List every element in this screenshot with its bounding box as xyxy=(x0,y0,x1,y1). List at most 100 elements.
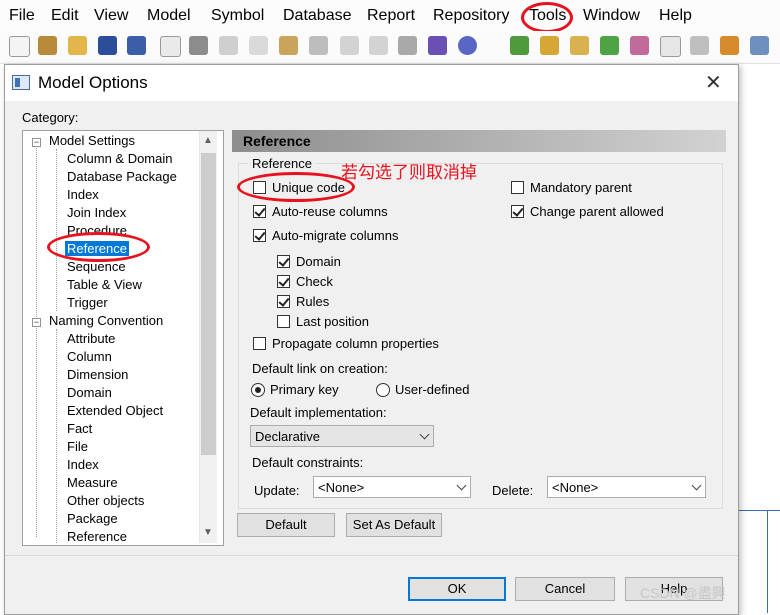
tree-item-trigger[interactable]: Trigger xyxy=(65,294,110,312)
annotation-circle-unique-code xyxy=(237,172,355,202)
chevron-down-icon xyxy=(419,429,430,440)
tree-item-file[interactable]: File xyxy=(65,438,90,456)
compare-icon[interactable] xyxy=(690,36,709,55)
scroll-down-icon[interactable]: ▼ xyxy=(203,527,213,538)
check-model-icon[interactable] xyxy=(428,36,447,55)
diagram-line xyxy=(767,510,768,613)
undo-icon[interactable] xyxy=(340,36,359,55)
menu-database[interactable]: Database xyxy=(283,7,352,25)
checkbox-box[interactable] xyxy=(277,315,290,328)
tree-item-dimension[interactable]: Dimension xyxy=(65,366,130,384)
open-folder-icon[interactable] xyxy=(68,36,87,55)
tree-item-attribute[interactable]: Attribute xyxy=(65,330,117,348)
tree-item-database-package[interactable]: Database Package xyxy=(65,168,179,186)
refresh-icon[interactable] xyxy=(600,36,619,55)
tree-item-naming-convention[interactable]: Naming Convention xyxy=(47,312,165,330)
check-icon[interactable] xyxy=(630,36,649,55)
collapse-icon[interactable]: − xyxy=(32,318,41,327)
tree-guide xyxy=(56,149,57,311)
new-model-icon[interactable] xyxy=(9,36,30,57)
watermark: CSDN @盡興 xyxy=(640,585,726,601)
tree-item-other-objects[interactable]: Other objects xyxy=(65,492,146,510)
set-as-default-button[interactable]: Set As Default xyxy=(346,513,442,537)
menu-repository[interactable]: Repository xyxy=(433,7,509,25)
menu-edit[interactable]: Edit xyxy=(51,7,79,25)
extensions-icon[interactable] xyxy=(458,36,477,55)
checkbox-box[interactable] xyxy=(253,205,266,218)
menu-view[interactable]: View xyxy=(94,7,128,25)
tree-item-domain[interactable]: Domain xyxy=(65,384,114,402)
model-explorer-icon[interactable] xyxy=(510,36,529,55)
delete-icon[interactable] xyxy=(309,36,328,55)
close-icon[interactable]: ✕ xyxy=(705,70,722,95)
category-tree[interactable]: − Model Settings Column & Domain Databas… xyxy=(22,130,224,546)
tree-item-join-index[interactable]: Join Index xyxy=(65,204,128,222)
menu-window[interactable]: Window xyxy=(583,7,640,25)
copy-icon[interactable] xyxy=(249,36,268,55)
tree-item-index[interactable]: Index xyxy=(65,456,101,474)
tools-icon[interactable] xyxy=(750,36,769,55)
checkbox-box[interactable] xyxy=(277,295,290,308)
ok-button[interactable]: OK xyxy=(408,577,506,601)
category-label: Category: xyxy=(22,110,79,125)
tree-item-column-domain[interactable]: Column & Domain xyxy=(65,150,175,168)
print-preview-icon[interactable] xyxy=(160,36,181,57)
menu-symbol[interactable]: Symbol xyxy=(211,7,264,25)
chevron-down-icon xyxy=(456,480,467,491)
default-implementation-label: Default implementation: xyxy=(250,405,387,420)
save-icon[interactable] xyxy=(98,36,117,55)
checkbox-box[interactable] xyxy=(253,337,266,350)
tree-item-index[interactable]: Index xyxy=(65,186,101,204)
delete-select[interactable]: <None> xyxy=(547,476,706,498)
menu-report[interactable]: Report xyxy=(367,7,415,25)
menu-model[interactable]: Model xyxy=(147,7,191,25)
model-icon xyxy=(12,75,30,90)
annotation-circle-reference xyxy=(47,232,150,262)
tree-item-reference-naming[interactable]: Reference xyxy=(65,528,129,545)
scroll-up-icon[interactable]: ▲ xyxy=(203,135,213,146)
panel-title: Reference xyxy=(243,133,311,149)
cancel-button[interactable]: Cancel xyxy=(515,577,615,601)
checkbox-box[interactable] xyxy=(511,181,524,194)
dialog-titlebar[interactable]: Model Options ✕ xyxy=(5,65,738,101)
checkbox-box[interactable] xyxy=(253,229,266,242)
layer-icon[interactable] xyxy=(660,36,681,57)
radio-dot[interactable] xyxy=(376,383,390,397)
menu-file[interactable]: File xyxy=(9,7,35,25)
checkbox-box[interactable] xyxy=(277,275,290,288)
tree-guide xyxy=(36,145,37,537)
chevron-down-icon xyxy=(691,480,702,491)
menu-help[interactable]: Help xyxy=(659,7,692,25)
paste-icon[interactable] xyxy=(279,36,298,55)
default-button[interactable]: Default xyxy=(237,513,335,537)
result-list-icon[interactable] xyxy=(570,36,589,55)
tree-item-model-settings[interactable]: Model Settings xyxy=(47,132,137,150)
tree-item-extended-object[interactable]: Extended Object xyxy=(65,402,165,420)
tree-item-table-view[interactable]: Table & View xyxy=(65,276,144,294)
collapse-icon[interactable]: − xyxy=(32,138,41,147)
scroll-thumb[interactable] xyxy=(201,153,216,455)
radio-dot[interactable] xyxy=(251,383,265,397)
tree-item-fact[interactable]: Fact xyxy=(65,420,94,438)
brush-icon[interactable] xyxy=(720,36,739,55)
cut-icon[interactable] xyxy=(219,36,238,55)
tree-item-measure[interactable]: Measure xyxy=(65,474,120,492)
group-title: Reference xyxy=(248,156,316,171)
panel-header: Reference xyxy=(232,130,726,152)
print-icon[interactable] xyxy=(189,36,208,55)
checkbox-box[interactable] xyxy=(277,255,290,268)
default-implementation-select[interactable]: Declarative xyxy=(250,425,434,447)
annotation-circle-tools xyxy=(521,2,573,33)
tree-item-package[interactable]: Package xyxy=(65,510,120,528)
tree-item-column[interactable]: Column xyxy=(65,348,114,366)
model-options-dialog: Model Options ✕ Category: − Model Settin… xyxy=(4,64,739,615)
redo-icon[interactable] xyxy=(369,36,388,55)
dialog-title: Model Options xyxy=(38,73,148,92)
checkbox-box[interactable] xyxy=(511,205,524,218)
output-icon[interactable] xyxy=(540,36,559,55)
tree-scrollbar[interactable]: ▲ ▼ xyxy=(199,131,217,543)
open-package-icon[interactable] xyxy=(38,36,57,55)
save-all-icon[interactable] xyxy=(127,36,146,55)
properties-icon[interactable] xyxy=(398,36,417,55)
update-select[interactable]: <None> xyxy=(313,476,471,498)
